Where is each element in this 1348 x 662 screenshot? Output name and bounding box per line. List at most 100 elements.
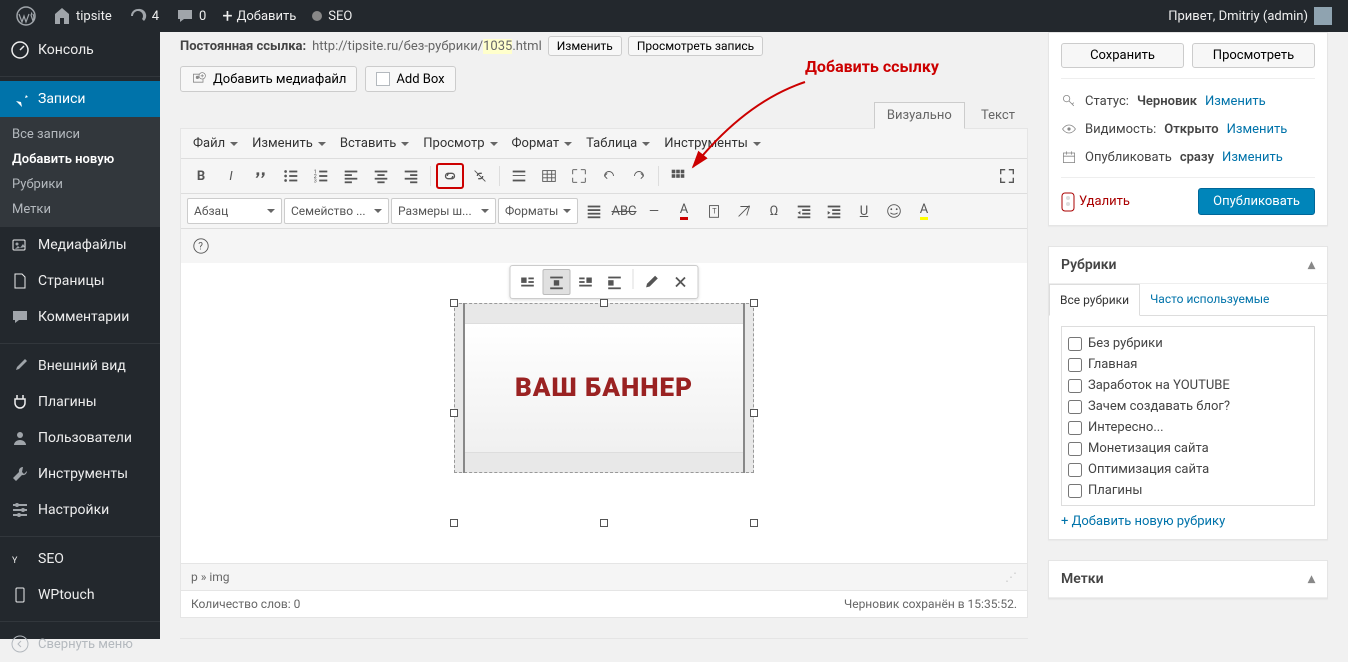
menu-media[interactable]: Медиафайлы — [0, 227, 160, 263]
resize-handle[interactable] — [600, 519, 608, 527]
toggle-icon[interactable]: ▴ — [1308, 571, 1315, 587]
textcolor-button[interactable]: A — [670, 198, 698, 224]
table-button[interactable] — [535, 163, 563, 189]
menu-plugins[interactable]: Плагины — [0, 384, 160, 420]
align-center-button[interactable] — [367, 163, 395, 189]
resize-handle-icon[interactable]: ⋰ — [1005, 570, 1017, 584]
menu-file[interactable]: Файл — [187, 132, 244, 155]
strikethrough-button[interactable]: ABC — [610, 198, 638, 224]
resize-handle[interactable] — [450, 299, 458, 307]
indent-button[interactable] — [820, 198, 848, 224]
preview-button[interactable]: Просмотреть — [1192, 43, 1315, 68]
bold-button[interactable]: B — [187, 163, 215, 189]
align-left-button[interactable] — [337, 163, 365, 189]
menu-insert[interactable]: Вставить — [334, 132, 415, 155]
toggle-icon[interactable]: ▴ — [1308, 257, 1315, 273]
save-draft-button[interactable]: Сохранить — [1061, 43, 1184, 68]
img-align-none[interactable] — [601, 269, 629, 295]
permalink-edit-button[interactable]: Изменить — [548, 36, 622, 56]
link-button[interactable] — [436, 163, 464, 189]
tab-text[interactable]: Текст — [968, 102, 1028, 128]
menu-settings[interactable]: Настройки — [0, 492, 160, 528]
user-greeting[interactable]: Привет, Dmitriy (admin) — [1160, 0, 1340, 32]
emoticon-button[interactable] — [880, 198, 908, 224]
menu-wptouch[interactable]: WPtouch — [0, 577, 160, 613]
special-char-button[interactable]: Ω — [760, 198, 788, 224]
menu-posts[interactable]: Записи — [0, 81, 160, 117]
add-new[interactable]: +Добавить — [214, 0, 304, 32]
menu-tools[interactable]: Инструменты — [0, 456, 160, 492]
outdent-button[interactable] — [790, 198, 818, 224]
font-size-select[interactable]: Размеры ш... — [391, 198, 496, 224]
ol-button[interactable]: 123 — [307, 163, 335, 189]
sub-add-new[interactable]: Добавить новую — [0, 147, 160, 172]
category-item[interactable]: Плагины — [1068, 480, 1308, 501]
site-name[interactable]: tipsite — [44, 0, 120, 32]
distraction-free-button[interactable] — [993, 163, 1021, 189]
category-item[interactable]: Зачем создавать блог? — [1068, 396, 1308, 417]
menu-appearance[interactable]: Внешний вид — [0, 348, 160, 384]
menu-pages[interactable]: Страницы — [0, 263, 160, 299]
menu-edit[interactable]: Изменить — [246, 132, 332, 155]
img-remove[interactable] — [667, 269, 695, 295]
resize-handle[interactable] — [750, 299, 758, 307]
img-align-center[interactable] — [543, 269, 571, 295]
edit-visibility-link[interactable]: Изменить — [1227, 122, 1288, 137]
resize-handle[interactable] — [450, 409, 458, 417]
add-media-button[interactable]: Добавить медиафайл — [180, 66, 357, 92]
edit-schedule-link[interactable]: Изменить — [1222, 150, 1283, 165]
seo-menu[interactable]: SEO — [304, 0, 360, 32]
category-item[interactable]: Интересно... — [1068, 417, 1308, 438]
wp-logo[interactable] — [8, 0, 44, 32]
font-family-select[interactable]: Семейство ... — [284, 198, 389, 224]
paste-text-button[interactable]: T — [700, 198, 728, 224]
category-item[interactable]: Монетизация сайта — [1068, 438, 1308, 459]
menu-seo[interactable]: YSEO — [0, 541, 160, 577]
formats-select[interactable]: Форматы — [498, 198, 578, 224]
align-right-button[interactable] — [397, 163, 425, 189]
blockquote-button[interactable] — [247, 163, 275, 189]
unlink-button[interactable] — [466, 163, 494, 189]
collapse-menu[interactable]: Свернуть меню — [0, 626, 160, 662]
undo-button[interactable] — [595, 163, 623, 189]
menu-dashboard[interactable]: Консоль — [0, 32, 160, 68]
editor-canvas[interactable]: ВАШ БАННЕР — [181, 263, 1027, 563]
help-button[interactable]: ? — [187, 233, 215, 259]
clear-format-button[interactable] — [730, 198, 758, 224]
img-align-right[interactable] — [572, 269, 600, 295]
img-align-left[interactable] — [514, 269, 542, 295]
redo-button[interactable] — [625, 163, 653, 189]
paragraph-select[interactable]: Абзац — [187, 198, 282, 224]
category-item[interactable]: Заработок на YOUTUBE — [1068, 375, 1308, 396]
menu-tools[interactable]: Инструменты — [658, 132, 767, 155]
updates[interactable]: 4 — [120, 0, 167, 32]
category-item[interactable]: Главная — [1068, 354, 1308, 375]
tab-visual[interactable]: Визуально — [874, 102, 965, 129]
more-button[interactable] — [505, 163, 533, 189]
menu-users[interactable]: Пользователи — [0, 420, 160, 456]
cat-tab-all[interactable]: Все рубрики — [1049, 284, 1140, 316]
cat-tab-popular[interactable]: Часто используемые — [1140, 284, 1279, 315]
permalink-view-button[interactable]: Просмотреть запись — [628, 36, 763, 56]
hr-button[interactable]: — — [640, 198, 668, 224]
toggle-toolbar-button[interactable] — [664, 163, 692, 189]
category-list[interactable]: Без рубрики Главная Заработок на YOUTUBE… — [1061, 326, 1315, 506]
edit-status-link[interactable]: Изменить — [1205, 94, 1266, 109]
fullscreen-button[interactable] — [565, 163, 593, 189]
add-box-button[interactable]: Add Box — [365, 66, 455, 92]
backcolor-button[interactable]: A — [910, 198, 938, 224]
resize-handle[interactable] — [750, 409, 758, 417]
sub-categories[interactable]: Рубрики — [0, 172, 160, 197]
selected-image[interactable]: ВАШ БАННЕР — [454, 303, 754, 523]
resize-handle[interactable] — [450, 519, 458, 527]
menu-table[interactable]: Таблица — [580, 132, 656, 155]
category-item[interactable]: Без рубрики — [1068, 333, 1308, 354]
menu-comments[interactable]: Комментарии — [0, 299, 160, 335]
sub-all-posts[interactable]: Все записи — [0, 122, 160, 147]
italic-button[interactable]: I — [217, 163, 245, 189]
menu-format[interactable]: Формат — [506, 132, 579, 155]
underline-button[interactable]: U — [850, 198, 878, 224]
delete-link[interactable]: Удалить — [1061, 192, 1130, 212]
element-path[interactable]: p » img — [191, 570, 230, 584]
menu-view[interactable]: Просмотр — [417, 132, 503, 155]
